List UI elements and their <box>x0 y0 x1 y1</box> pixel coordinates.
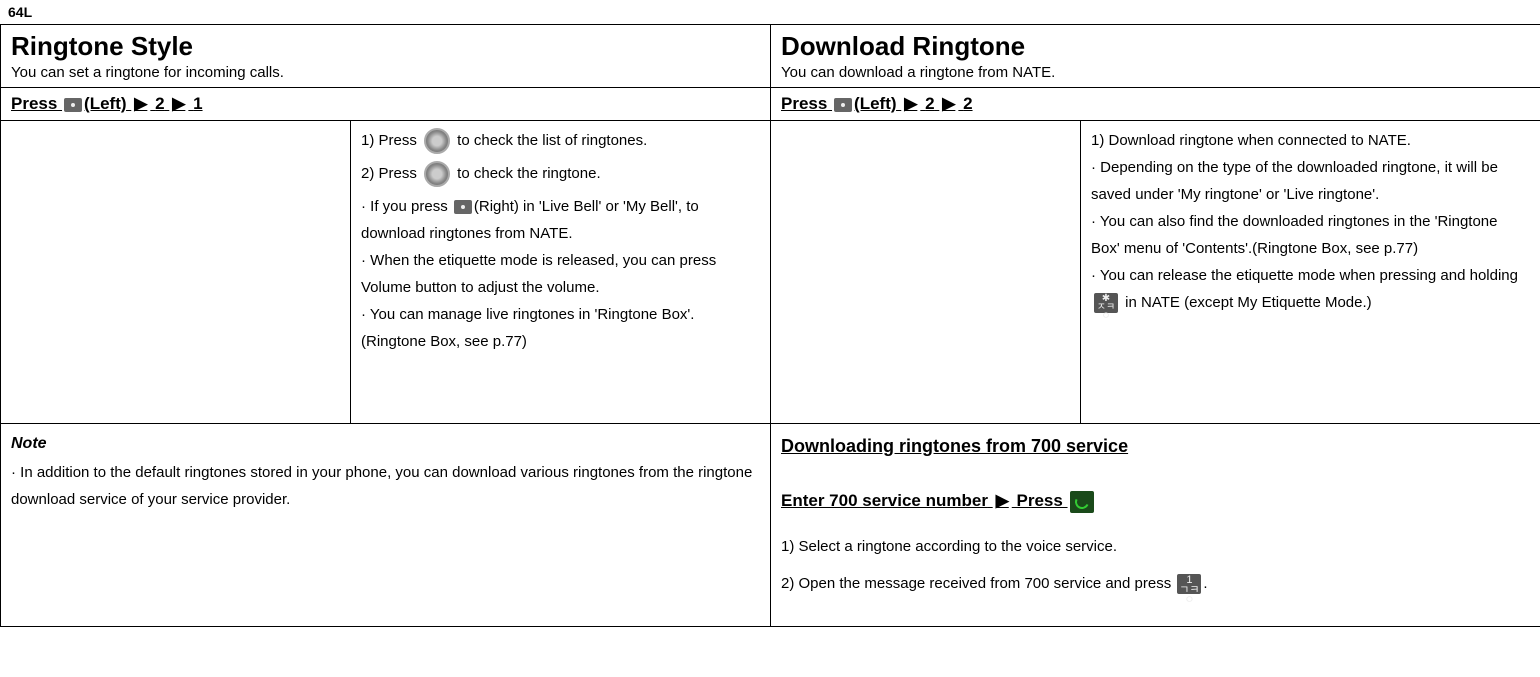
left-heading: Ringtone Style <box>11 31 760 62</box>
r-step2-a: 2) Open the message received from 700 se… <box>781 575 1175 592</box>
softkey-icon <box>834 98 852 112</box>
cell-right-700: Downloading ringtones from 700 service E… <box>771 424 1540 627</box>
arrow-icon: ▶ <box>172 94 185 113</box>
enter-a: Enter 700 service number <box>781 491 988 510</box>
right-press-line: Press (Left) ▶ 2 ▶ 2 <box>781 94 973 113</box>
arrow-icon: ▶ <box>134 94 147 113</box>
r-bullet2: · You can also find the downloaded ringt… <box>1091 208 1530 262</box>
cell-left-steps: 1) Press to check the list of ringtones.… <box>351 121 771 424</box>
note-text: · In addition to the default ringtones s… <box>11 459 760 513</box>
r-bullet1: · Depending on the type of the downloade… <box>1091 154 1530 208</box>
nav-key-icon <box>424 161 450 187</box>
bullet-1: · If you press (Right) in 'Live Bell' or… <box>361 193 760 247</box>
r-step2-b: . <box>1203 575 1207 592</box>
call-key-icon <box>1070 491 1094 513</box>
softkey-icon <box>64 98 82 112</box>
step2-b: to check the ringtone. <box>453 165 601 182</box>
one-key-icon: 1ㄱㅋㅇ <box>1177 574 1201 594</box>
cell-left-screenshot <box>1 121 351 424</box>
cell-right-screenshot <box>771 121 1081 424</box>
left-press-line: Press (Left) ▶ 2 ▶ 1 <box>11 94 203 113</box>
left-subhead: You can set a ringtone for incoming call… <box>11 64 760 81</box>
softkey-icon <box>454 200 472 214</box>
r-step1: 1) Download ringtone when connected to N… <box>1091 127 1530 154</box>
step1-a: 1) Press <box>361 132 421 149</box>
press-num: 2 <box>963 94 972 113</box>
press-num: 1 <box>193 94 202 113</box>
step2-a: 2) Press <box>361 165 421 182</box>
note-label: Note <box>11 430 760 459</box>
step-2: 2) Press to check the ringtone. <box>361 160 760 187</box>
arrow-icon: ▶ <box>942 94 955 113</box>
enter-b: Press <box>1017 491 1068 510</box>
r-bullet3: · You can release the etiquette mode whe… <box>1091 262 1530 316</box>
cell-left-note: Note · In addition to the default ringto… <box>1 424 771 627</box>
cell-right-press: Press (Left) ▶ 2 ▶ 2 <box>771 88 1540 121</box>
bullet1-a: · If you press <box>361 198 452 215</box>
r-bullet3-a: · You can release the etiquette mode whe… <box>1091 267 1518 284</box>
press-left-label: (Left) <box>84 94 126 113</box>
cell-right-heading: Download Ringtone You can download a rin… <box>771 25 1540 88</box>
press-left-label: (Left) <box>854 94 896 113</box>
press-num: 2 <box>155 94 164 113</box>
right-heading: Download Ringtone <box>781 31 1530 62</box>
press-num: 2 <box>925 94 934 113</box>
press-prefix: Press <box>11 94 62 113</box>
cell-left-press: Press (Left) ▶ 2 ▶ 1 <box>1 88 771 121</box>
r-step-2: 2) Open the message received from 700 se… <box>781 570 1530 597</box>
right-subhead: You can download a ringtone from NATE. <box>781 64 1530 81</box>
press-prefix: Press <box>781 94 832 113</box>
step-1: 1) Press to check the list of ringtones. <box>361 127 760 154</box>
enter-line: Enter 700 service number ▶ Press <box>781 486 1530 527</box>
star-key-icon: ✱ㅈㅋㅇ <box>1094 293 1118 313</box>
layout-table: Ringtone Style You can set a ringtone fo… <box>0 24 1540 627</box>
arrow-icon: ▶ <box>996 491 1009 510</box>
cell-right-steps: 1) Download ringtone when connected to N… <box>1081 121 1540 424</box>
nav-key-icon <box>424 128 450 154</box>
bullet-3: · You can manage live ringtones in 'Ring… <box>361 301 760 355</box>
bullet-2: · When the etiquette mode is released, y… <box>361 247 760 301</box>
cell-left-heading: Ringtone Style You can set a ringtone fo… <box>1 25 771 88</box>
r-step-1: 1) Select a ringtone according to the vo… <box>781 533 1530 560</box>
sub-heading-700: Downloading ringtones from 700 service <box>781 430 1128 462</box>
r-bullet3-b: in NATE (except My Etiquette Mode.) <box>1121 294 1372 311</box>
arrow-icon: ▶ <box>904 94 917 113</box>
step1-b: to check the list of ringtones. <box>453 132 647 149</box>
page-number: 64L <box>0 0 1540 24</box>
